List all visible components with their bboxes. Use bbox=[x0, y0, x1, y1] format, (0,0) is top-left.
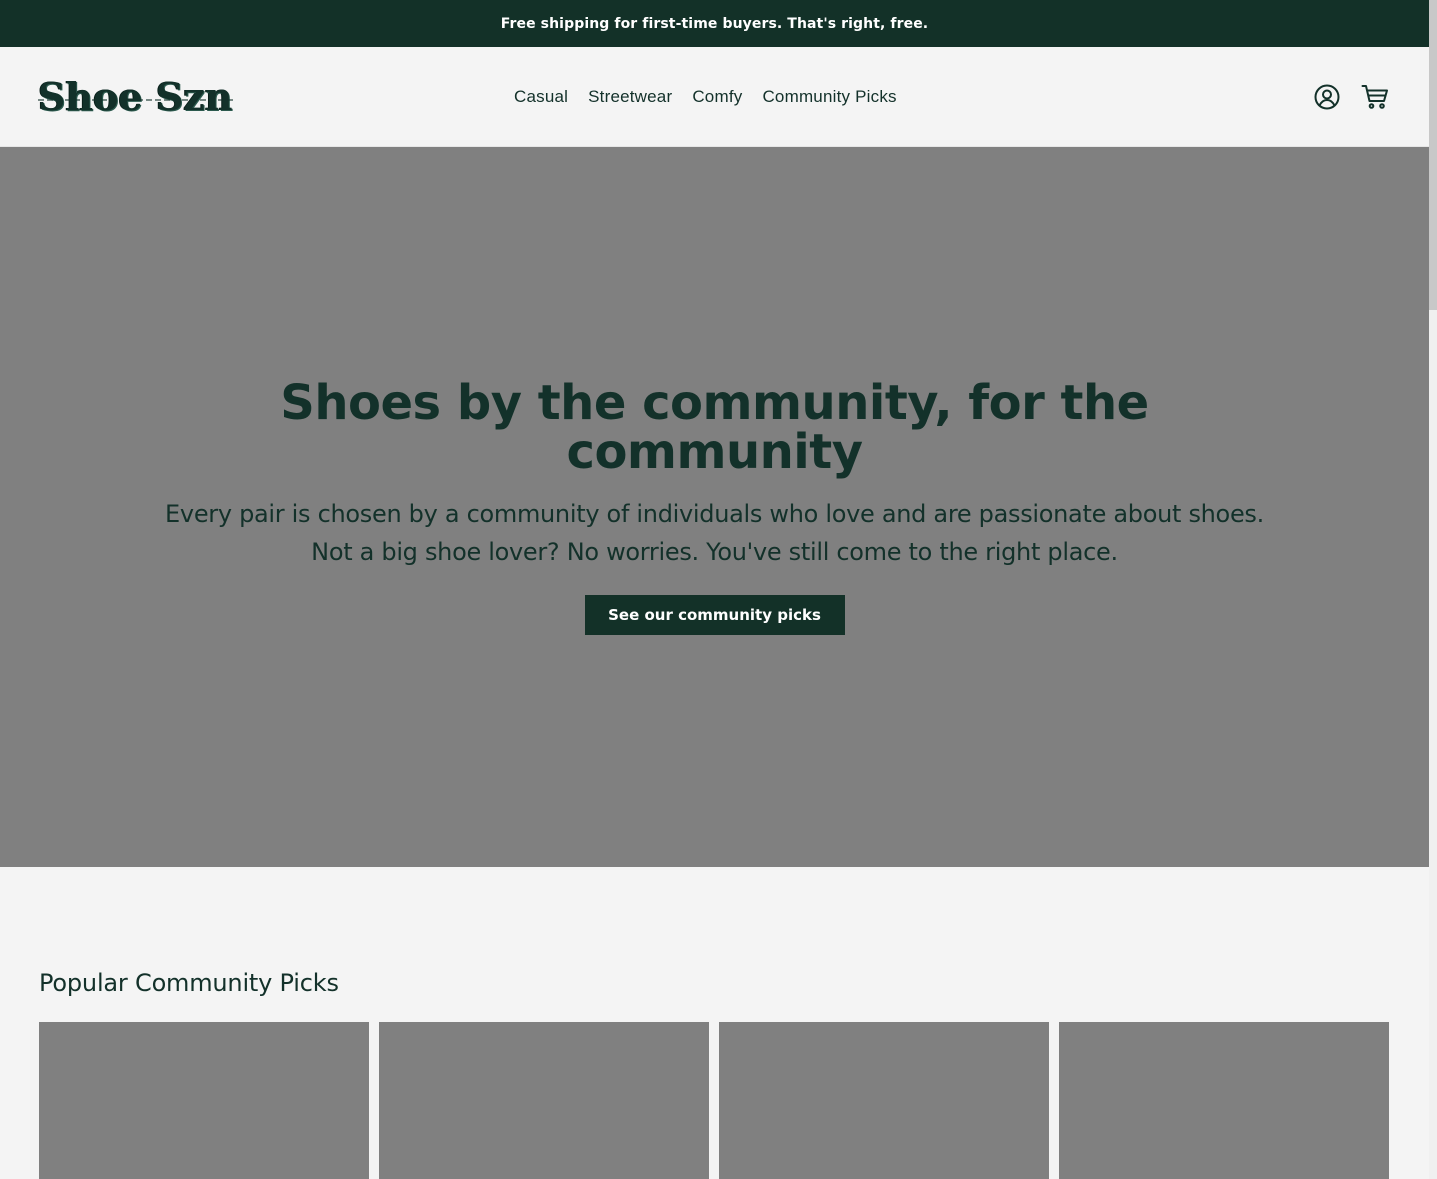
main-nav: Casual Streetwear Comfy Community Picks bbox=[514, 47, 917, 147]
account-icon[interactable] bbox=[1313, 83, 1341, 111]
scrollbar-thumb[interactable] bbox=[1429, 0, 1437, 310]
site-header: Shoe Szn Casual Streetwear Comfy Communi… bbox=[0, 47, 1429, 147]
nav-link-casual[interactable]: Casual bbox=[514, 87, 568, 107]
cart-icon[interactable] bbox=[1361, 83, 1389, 111]
community-picks-button[interactable]: See our community picks bbox=[584, 595, 845, 635]
announcement-text: Free shipping for first-time buyers. Tha… bbox=[500, 15, 929, 32]
announcement-bar: Free shipping for first-time buyers. Tha… bbox=[0, 0, 1429, 47]
header-icons bbox=[1313, 47, 1389, 147]
product-grid bbox=[39, 1022, 1389, 1179]
nav-link-comfy[interactable]: Comfy bbox=[692, 87, 742, 107]
product-card[interactable] bbox=[39, 1022, 369, 1179]
section-title: Popular Community Picks bbox=[39, 969, 339, 997]
hero-title: Shoes by the community, for the communit… bbox=[280, 375, 1149, 480]
product-card[interactable] bbox=[1059, 1022, 1389, 1179]
page: Free shipping for first-time buyers. Tha… bbox=[0, 0, 1429, 1179]
nav-link-community-picks[interactable]: Community Picks bbox=[762, 87, 896, 107]
scrollbar[interactable] bbox=[1429, 0, 1437, 1179]
hero-banner: Shoes by the community, for the communit… bbox=[0, 147, 1429, 867]
popular-section: Popular Community Picks bbox=[0, 867, 1429, 1179]
product-card[interactable] bbox=[379, 1022, 709, 1179]
product-card[interactable] bbox=[719, 1022, 1049, 1179]
hero-subtitle: Every pair is chosen by a community of i… bbox=[165, 500, 1264, 566]
nav-link-streetwear[interactable]: Streetwear bbox=[588, 87, 672, 107]
logo[interactable]: Shoe Szn bbox=[38, 75, 237, 119]
